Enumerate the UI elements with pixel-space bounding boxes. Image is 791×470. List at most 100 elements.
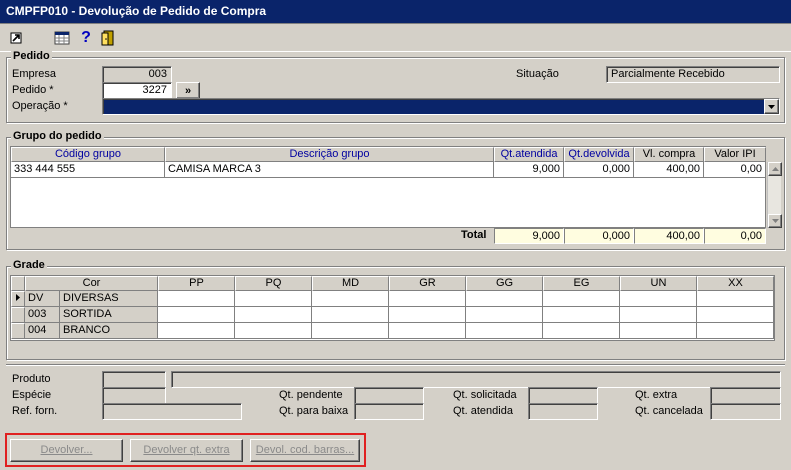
col-qt-devolvida[interactable]: Qt.devolvida	[564, 147, 634, 162]
col-pq[interactable]: PQ	[235, 276, 312, 291]
col-codigo-grupo[interactable]: Código grupo	[11, 147, 165, 162]
empresa-label: Empresa	[12, 68, 57, 80]
especie-label: Espécie	[12, 389, 52, 401]
col-descricao-grupo[interactable]: Descrição grupo	[165, 147, 494, 162]
grade-cell[interactable]	[312, 323, 389, 339]
qt-extra-field	[710, 387, 781, 404]
pedido-number-input[interactable]: 3227	[102, 82, 172, 99]
grade-row-code[interactable]: DV	[25, 291, 60, 307]
table-row-qt-devolvida[interactable]: 0,000	[564, 162, 634, 178]
grade-cell[interactable]	[312, 307, 389, 323]
window-title: CMPFP010 - Devolução de Pedido de Compra	[6, 4, 267, 18]
grade-cell[interactable]	[620, 291, 697, 307]
grade-cell[interactable]	[389, 323, 466, 339]
grade-cell[interactable]	[543, 323, 620, 339]
grupo-scrollbar[interactable]	[767, 162, 782, 228]
qt-atendida-label: Qt. atendida	[453, 405, 513, 417]
grade-cell[interactable]	[620, 307, 697, 323]
situacao-field: Parcialmente Recebido	[606, 66, 780, 83]
especie-field	[102, 387, 166, 404]
total-qt-atendida: 9,000	[494, 228, 564, 244]
grade-cell[interactable]	[697, 307, 774, 323]
grade-row-name[interactable]: SORTIDA	[60, 307, 158, 323]
table-row-codigo[interactable]: 333 444 555	[11, 162, 165, 178]
scroll-down-icon[interactable]	[768, 214, 782, 228]
devolver-qt-extra-button[interactable]: Devolver qt. extra	[130, 439, 243, 462]
toolbar: ?	[0, 24, 791, 52]
grade-cell[interactable]	[158, 323, 235, 339]
scroll-up-icon[interactable]	[768, 162, 782, 176]
table-row-qt-atendida[interactable]: 9,000	[494, 162, 564, 178]
row-selector-icon[interactable]	[11, 291, 25, 307]
help-icon[interactable]: ?	[76, 28, 96, 48]
col-qt-atendida[interactable]: Qt.atendida	[494, 147, 564, 162]
col-gr[interactable]: GR	[389, 276, 466, 291]
produto-code-field	[102, 371, 166, 388]
grade-row-code[interactable]: 004	[25, 323, 60, 339]
grade-cell[interactable]	[389, 307, 466, 323]
grade-cell[interactable]	[697, 323, 774, 339]
exit-arrow-icon[interactable]	[6, 28, 26, 48]
grade-row-name[interactable]: DIVERSAS	[60, 291, 158, 307]
grade-cell[interactable]	[466, 323, 543, 339]
table-row-descricao[interactable]: CAMISA MARCA 3	[165, 162, 494, 178]
col-vl-compra[interactable]: Vl. compra	[634, 147, 704, 162]
col-pp[interactable]: PP	[158, 276, 235, 291]
grade-cell[interactable]	[543, 307, 620, 323]
table-row-vl-compra[interactable]: 400,00	[634, 162, 704, 178]
table-row-valor-ipi[interactable]: 0,00	[704, 162, 766, 178]
grade-section-title: Grade	[11, 259, 47, 271]
col-valor-ipi[interactable]: Valor IPI	[704, 147, 766, 162]
devolver-button[interactable]: Devolver...	[10, 439, 123, 462]
grade-row-code[interactable]: 003	[25, 307, 60, 323]
grade-cell[interactable]	[389, 291, 466, 307]
qt-atendida-field	[528, 403, 598, 420]
total-valor-ipi: 0,00	[704, 228, 766, 244]
grade-row-name[interactable]: BRANCO	[60, 323, 158, 339]
pedido-label: Pedido *	[12, 84, 54, 96]
grade-cell[interactable]	[620, 323, 697, 339]
qt-solicitada-label: Qt. solicitada	[453, 389, 517, 401]
grade-row-header-corner	[11, 276, 25, 291]
qt-solicitada-field	[528, 387, 598, 404]
col-eg[interactable]: EG	[543, 276, 620, 291]
grade-cell[interactable]	[158, 307, 235, 323]
row-header[interactable]	[11, 307, 25, 323]
empresa-field: 003	[102, 66, 172, 83]
produto-desc-field	[171, 371, 781, 388]
grade-cell[interactable]	[543, 291, 620, 307]
col-xx[interactable]: XX	[697, 276, 774, 291]
grade-cell[interactable]	[158, 291, 235, 307]
produto-label: Produto	[12, 373, 51, 385]
grupo-section-title: Grupo do pedido	[11, 130, 104, 142]
col-un[interactable]: UN	[620, 276, 697, 291]
grade-cell[interactable]	[235, 307, 312, 323]
col-md[interactable]: MD	[312, 276, 389, 291]
total-qt-devolvida: 0,000	[564, 228, 634, 244]
grade-cell[interactable]	[235, 291, 312, 307]
operacao-select[interactable]	[102, 98, 780, 115]
grade-cell[interactable]	[466, 307, 543, 323]
grade-cell[interactable]	[312, 291, 389, 307]
col-cor[interactable]: Cor	[25, 276, 158, 291]
chevron-down-icon[interactable]	[764, 99, 779, 114]
total-vl-compra: 400,00	[634, 228, 704, 244]
qt-pendente-label: Qt. pendente	[279, 389, 343, 401]
pedido-section-title: Pedido	[11, 50, 52, 62]
grade-cell[interactable]	[235, 323, 312, 339]
door-exit-icon[interactable]	[98, 28, 118, 48]
devol-cod-barras-button[interactable]: Devol. cod. barras...	[250, 439, 360, 462]
row-header[interactable]	[11, 323, 25, 339]
col-gg[interactable]: GG	[466, 276, 543, 291]
qt-para-baixa-field	[354, 403, 424, 420]
qt-pendente-field	[354, 387, 424, 404]
pedido-lookup-button[interactable]: »	[176, 82, 200, 99]
grade-cell[interactable]	[697, 291, 774, 307]
total-label: Total	[461, 229, 487, 241]
grid-icon[interactable]	[52, 28, 72, 48]
grade-cell[interactable]	[466, 291, 543, 307]
qt-cancelada-field	[710, 403, 781, 420]
qt-extra-label: Qt. extra	[635, 389, 678, 401]
qt-para-baixa-label: Qt. para baixa	[279, 405, 349, 417]
ref-forn-field	[102, 403, 242, 420]
